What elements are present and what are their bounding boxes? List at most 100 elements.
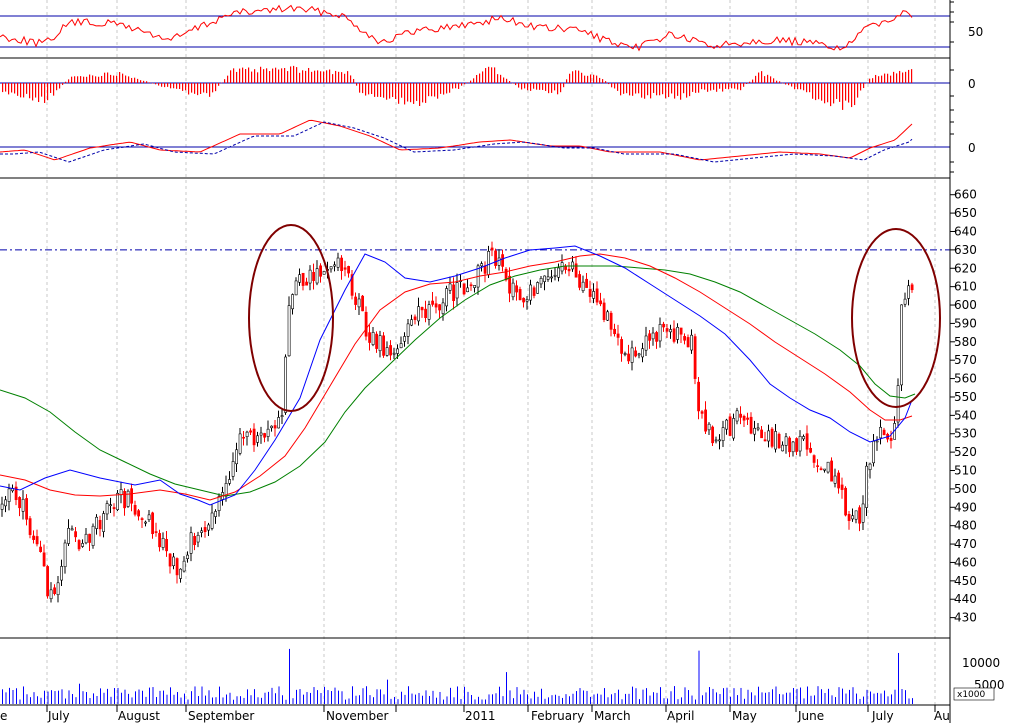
histogram-bar — [575, 70, 577, 83]
histogram-bar — [23, 83, 25, 98]
volume-bar — [247, 689, 248, 704]
volume-bar — [212, 697, 213, 704]
volume-bar — [572, 693, 574, 704]
volume-bar — [2, 689, 3, 704]
candle-body — [875, 440, 879, 443]
candle-body — [655, 332, 659, 342]
histogram-bar — [785, 83, 787, 85]
candle-body — [497, 257, 501, 266]
x-tick-label: May — [732, 709, 757, 723]
volume-bar — [44, 690, 45, 704]
histogram-bar — [413, 83, 415, 104]
volume-bar — [355, 695, 357, 704]
histogram-bar — [434, 83, 436, 97]
candle-body — [900, 304, 904, 386]
histogram-bar — [167, 83, 169, 87]
histogram-bar — [488, 66, 490, 83]
volume-bar — [600, 694, 602, 704]
volume-bar — [390, 698, 392, 704]
candle-body — [840, 484, 844, 490]
candle-body — [182, 560, 186, 572]
histogram-bar — [68, 79, 70, 83]
histogram-bar — [716, 83, 718, 92]
histogram-bar — [56, 83, 58, 91]
histogram-bar — [194, 83, 196, 94]
volume-bar — [733, 688, 735, 704]
histogram-bar — [50, 83, 52, 93]
candle-body — [399, 343, 403, 349]
histogram-bar — [650, 83, 652, 99]
candle-body — [242, 436, 246, 439]
price-tick-label: 660 — [954, 188, 977, 202]
volume-bar — [369, 695, 371, 704]
volume-bar — [292, 698, 294, 704]
histogram-bar — [98, 76, 100, 83]
candle-body — [438, 304, 442, 311]
histogram-bar — [62, 83, 64, 85]
volume-bar — [884, 690, 885, 704]
candle-body — [910, 284, 914, 291]
volume-bar — [905, 690, 906, 704]
macd-line — [0, 119, 913, 161]
histogram-bar — [104, 72, 106, 83]
ellipse-july — [851, 228, 941, 408]
candle-body — [777, 433, 781, 449]
volume-bar — [278, 686, 280, 704]
candle-body — [196, 534, 200, 543]
histogram-bar — [287, 71, 289, 83]
histogram-bar — [839, 83, 841, 102]
candle-body — [4, 499, 8, 507]
price-tick-label: 440 — [954, 592, 977, 606]
histogram-bar — [695, 83, 697, 93]
histogram-bar — [767, 74, 769, 83]
candle-body — [809, 447, 813, 453]
histogram-bar — [110, 74, 112, 83]
candle-body — [343, 267, 347, 270]
volume-bar — [362, 688, 364, 704]
candle-body — [291, 294, 295, 310]
volume-bar — [254, 689, 255, 704]
histogram-bar — [452, 83, 454, 89]
histogram-bar — [512, 83, 514, 84]
histogram-bar — [530, 83, 532, 91]
histogram-bar — [260, 66, 262, 83]
candle-body — [77, 540, 81, 550]
candle-body — [413, 316, 417, 320]
candle-body — [154, 531, 158, 533]
histogram-bar — [800, 83, 802, 90]
volume-bar — [887, 696, 889, 704]
volume-bar — [268, 691, 269, 704]
volume-bar — [537, 696, 539, 704]
candle-body — [546, 276, 550, 280]
candle-body — [522, 297, 526, 303]
histogram-bar — [458, 83, 460, 89]
histogram-bar — [290, 66, 292, 83]
candle-body — [599, 300, 603, 305]
osc-tick-label: 50 — [968, 25, 983, 39]
volume-bar — [404, 694, 406, 704]
histogram-bar — [497, 74, 499, 83]
histogram-bar — [227, 75, 229, 83]
volume-bar — [19, 699, 21, 704]
histogram-bar — [188, 83, 190, 95]
histogram-bar — [908, 69, 910, 83]
histogram-bar — [794, 83, 796, 90]
candle-body — [627, 353, 631, 362]
candle-body — [700, 411, 704, 414]
candle-body — [217, 495, 221, 511]
x-tick-label: September — [188, 709, 254, 723]
volume-bar — [541, 688, 542, 704]
volume-bar — [677, 699, 679, 704]
histogram-bar — [203, 83, 205, 93]
volume-bar — [320, 693, 322, 704]
volume-bar — [68, 690, 70, 704]
candle-body — [858, 507, 862, 524]
volume-bar — [824, 693, 826, 704]
histogram-bar — [713, 83, 715, 90]
volume-bar — [9, 687, 10, 704]
oscillator-panel — [0, 4, 950, 52]
histogram-bar — [878, 76, 880, 83]
volume-bar — [282, 695, 283, 704]
candle-body — [648, 333, 652, 341]
volume-bar — [86, 692, 87, 704]
